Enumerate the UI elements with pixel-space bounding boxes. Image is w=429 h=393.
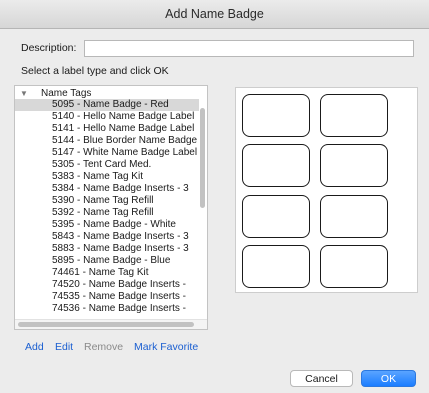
label-cell [320,245,388,288]
list-item[interactable]: 74536 - Name Badge Inserts - [15,303,199,315]
list-item[interactable]: 74535 - Name Badge Inserts - [15,291,199,303]
list-item[interactable]: 5140 - Hello Name Badge Label [15,111,199,123]
description-input[interactable] [84,40,414,57]
edit-link[interactable]: Edit [55,341,73,353]
list-item[interactable]: 5305 - Tent Card Med. [15,159,199,171]
list-item[interactable]: 74461 - Name Tag Kit [15,267,199,279]
tree-group-label: Name Tags [41,88,92,99]
list-item[interactable]: 5843 - Name Badge Inserts - 3 [15,231,199,243]
list-item[interactable]: 74520 - Name Badge Inserts - [15,279,199,291]
list-item[interactable]: 5390 - Name Tag Refill [15,195,199,207]
window-title: Add Name Badge [0,0,429,29]
label-cell [242,144,310,187]
label-cell [242,94,310,137]
add-link[interactable]: Add [25,341,44,353]
horizontal-scrollbar-track[interactable] [15,319,207,329]
label-layout-preview [235,87,418,293]
list-item[interactable]: 5392 - Name Tag Refill [15,207,199,219]
ok-button[interactable]: OK [361,370,416,387]
mark-favorite-link[interactable]: Mark Favorite [134,341,198,353]
list-item[interactable]: 5095 - Name Badge - Red [15,99,199,111]
list-item[interactable]: 5147 - White Name Badge Label [15,147,199,159]
label-cell [320,94,388,137]
label-type-list[interactable]: ▼ Name Tags 5095 - Name Badge - Red 5140 … [14,85,208,330]
list-item[interactable]: 5383 - Name Tag Kit [15,171,199,183]
description-label: Description: [21,42,77,54]
label-cell [242,245,310,288]
list-item[interactable]: 5395 - Name Badge - White [15,219,199,231]
list-item[interactable]: 5883 - Name Badge Inserts - 3 [15,243,199,255]
horizontal-scrollbar-thumb[interactable] [18,322,194,327]
instruction-text: Select a label type and click OK [21,65,169,77]
list-item[interactable]: 5895 - Name Badge - Blue [15,255,199,267]
remove-link[interactable]: Remove [84,341,123,353]
vertical-scrollbar[interactable] [200,108,205,208]
cancel-button[interactable]: Cancel [290,370,353,387]
label-cell [320,195,388,238]
label-cell [242,195,310,238]
list-item[interactable]: 5384 - Name Badge Inserts - 3 [15,183,199,195]
label-cell [320,144,388,187]
list-item[interactable]: 5141 - Hello Name Badge Label [15,123,199,135]
list-item[interactable]: 5144 - Blue Border Name Badge [15,135,199,147]
